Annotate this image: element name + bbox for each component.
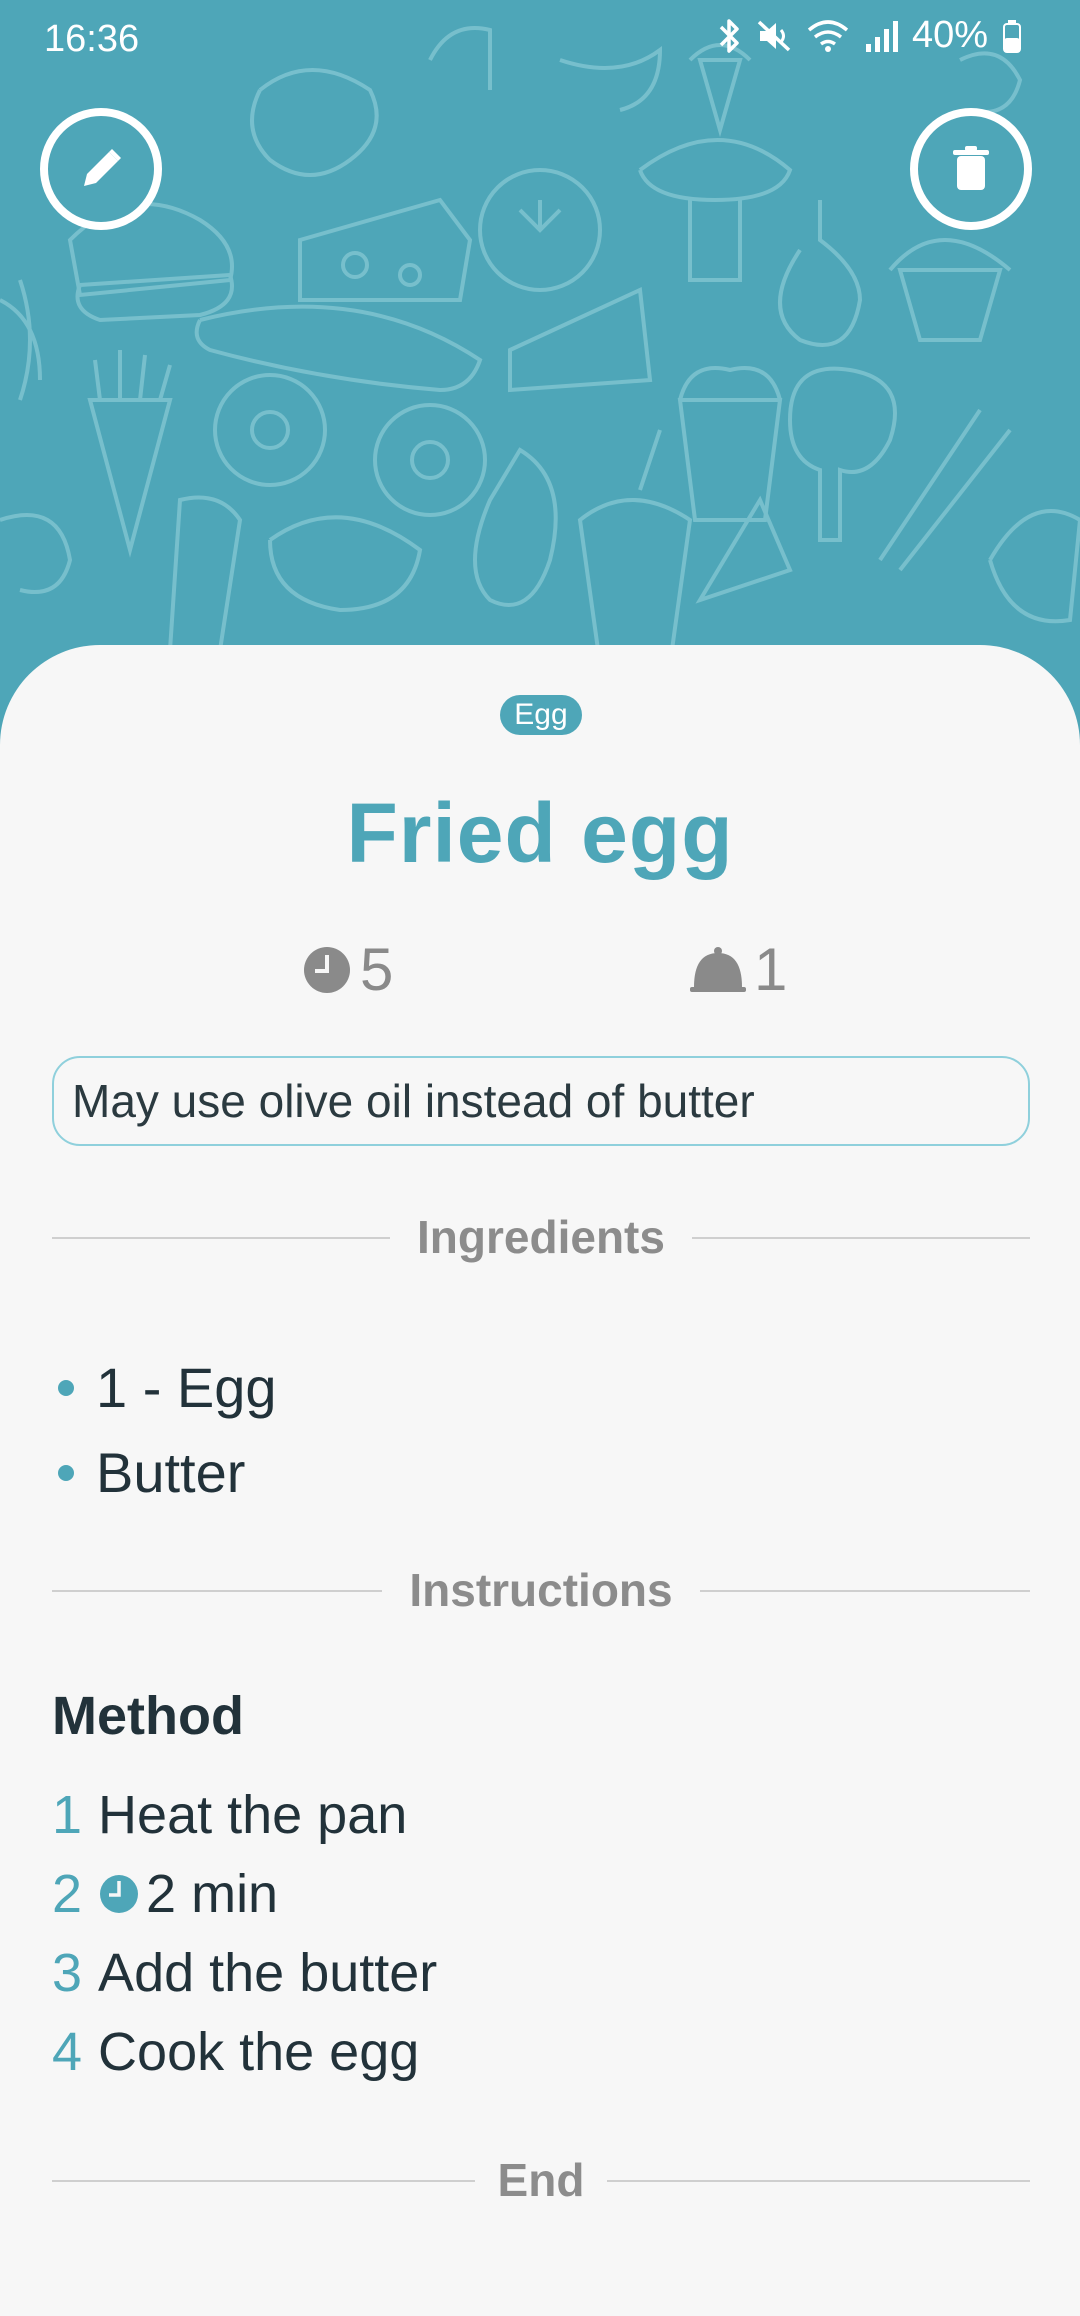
food-pattern-background	[0, 26, 1080, 700]
step-number: 1	[52, 1784, 83, 1845]
category-badge[interactable]: Egg	[500, 695, 582, 735]
method-title: Method	[52, 1686, 244, 1746]
ingredients-heading: Ingredients	[395, 1211, 687, 1263]
servings: 1	[690, 935, 787, 1004]
ingredient-text: 1 - Egg	[96, 1356, 277, 1419]
status-icons: 40%	[716, 14, 1022, 57]
mute-icon	[757, 20, 791, 51]
serving-dish-icon	[690, 946, 746, 992]
step-item: 2 2 min	[52, 1854, 437, 1933]
ingredients-divider: Ingredients	[52, 1207, 1030, 1267]
prep-time: 5	[302, 935, 393, 1004]
end-label: End	[475, 2154, 607, 2206]
step-text: Add the butter	[98, 1942, 438, 2003]
step-text: 2 min	[146, 1863, 279, 1924]
instructions-heading: Instructions	[387, 1564, 695, 1616]
step-number: 3	[52, 1942, 83, 2003]
recipe-detail-sheet: Egg Fried egg 5 1 May use olive oil inst…	[0, 645, 1080, 2316]
servings-value: 1	[754, 936, 788, 1003]
pencil-icon	[84, 149, 121, 186]
ingredient-list: 1 - Egg Butter	[52, 1345, 277, 1515]
bullet-icon	[58, 1379, 74, 1396]
wifi-icon	[807, 19, 849, 52]
bullet-icon	[58, 1464, 74, 1481]
bluetooth-icon	[719, 18, 739, 53]
trash-icon	[953, 146, 989, 190]
battery-percentage: 40%	[911, 14, 988, 56]
instructions-divider: Instructions	[52, 1560, 1030, 1620]
ingredient-item: 1 - Egg	[52, 1345, 277, 1430]
step-number: 4	[52, 2021, 83, 2082]
recipe-title: Fried egg	[346, 786, 734, 880]
step-item: 3 Add the butter	[52, 1933, 437, 2012]
ingredient-item: Butter	[52, 1430, 277, 1515]
status-time: 16:36	[44, 18, 140, 60]
delete-recipe-button[interactable]	[910, 108, 1032, 230]
signal-icon	[865, 20, 898, 52]
step-timer[interactable]: 2 min	[98, 1863, 278, 1925]
end-divider: End	[52, 2150, 1030, 2210]
step-item: 4 Cook the egg	[52, 2012, 437, 2091]
recipe-note: May use olive oil instead of butter	[52, 1056, 1030, 1146]
step-item: 1 Heat the pan	[52, 1775, 437, 1854]
recipe-header: 16:36 40%	[0, 0, 1080, 700]
status-bar: 16:36 40%	[0, 0, 1080, 80]
clock-icon	[304, 946, 350, 993]
edit-recipe-button[interactable]	[40, 108, 162, 230]
step-text: Heat the pan	[98, 1784, 408, 1845]
step-number: 2	[52, 1863, 83, 1924]
step-text: Cook the egg	[98, 2021, 420, 2082]
step-list: 1 Heat the pan 2 2 min 3 Add the butter …	[52, 1775, 437, 2091]
timer-icon	[100, 1874, 139, 1913]
prep-time-value: 5	[360, 936, 394, 1003]
battery-icon	[1003, 19, 1021, 53]
ingredient-text: Butter	[96, 1441, 246, 1504]
